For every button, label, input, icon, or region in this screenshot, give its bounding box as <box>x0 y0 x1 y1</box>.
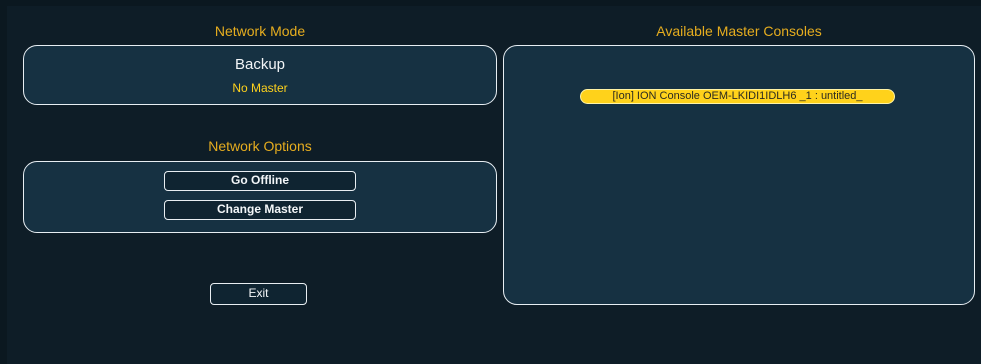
network-options-panel: Go Offline Change Master <box>23 161 497 233</box>
available-consoles-panel: [Ion] ION Console OEM-LKIDI1IDLH6 _1 : u… <box>503 45 975 305</box>
available-consoles-title: Available Master Consoles <box>656 23 822 39</box>
network-settings-screen: Network Mode Backup No Master Network Op… <box>7 6 981 364</box>
network-mode-value: Backup <box>234 56 286 73</box>
exit-button[interactable]: Exit <box>210 283 307 305</box>
master-status: No Master <box>232 81 288 95</box>
go-offline-button[interactable]: Go Offline <box>164 171 356 191</box>
network-mode-title: Network Mode <box>214 23 306 39</box>
console-list-item[interactable]: [Ion] ION Console OEM-LKIDI1IDLH6 _1 : u… <box>580 89 895 104</box>
change-master-button[interactable]: Change Master <box>164 200 356 220</box>
network-options-title: Network Options <box>208 138 312 154</box>
network-mode-panel: Backup No Master <box>23 45 497 105</box>
